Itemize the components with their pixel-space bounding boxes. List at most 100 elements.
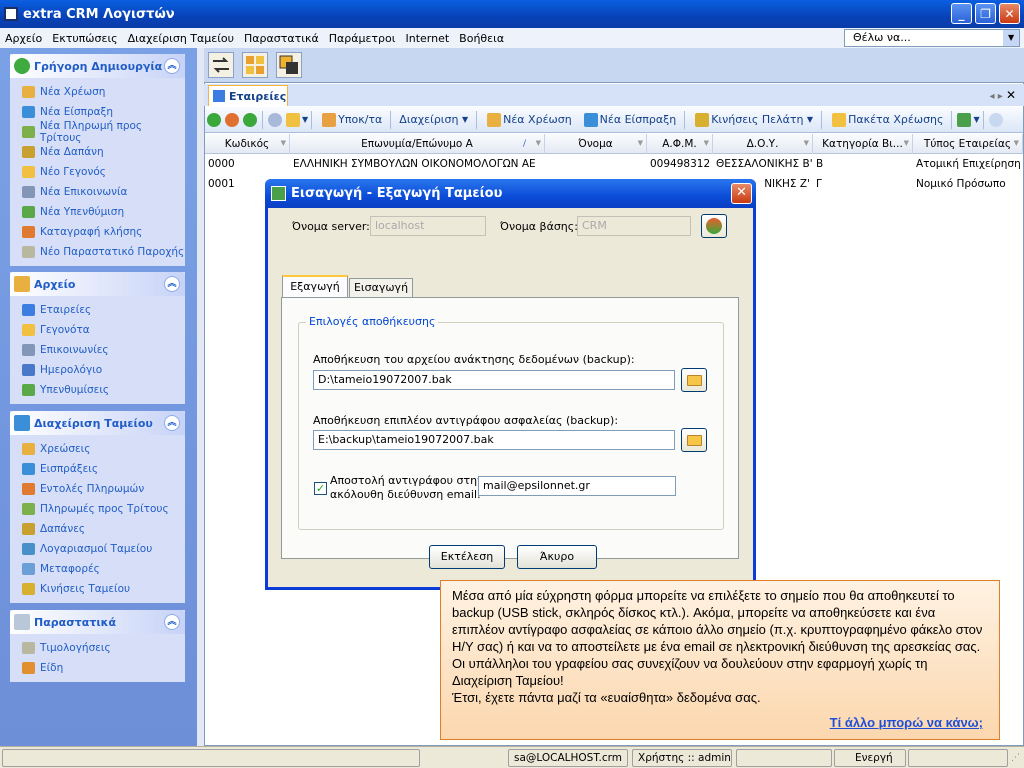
collapse-icon[interactable]: ︽ — [164, 614, 180, 630]
group-header[interactable]: Αρχείο ︽ — [10, 272, 185, 296]
sidebar-item-payment-orders[interactable]: Εντολές Πληρωμών — [10, 479, 185, 499]
more-info-link[interactable]: Τί άλλο μπορώ να κάνω; — [830, 714, 983, 731]
backup-path-input[interactable]: D:\tameio19072007.bak — [313, 370, 675, 390]
switch-arrows-icon[interactable] — [208, 52, 234, 78]
management-dropdown[interactable]: Διαχείριση ▼ — [394, 113, 473, 126]
sidebar-item-new-event[interactable]: Νέο Γεγονός — [10, 162, 185, 182]
settings-icon[interactable] — [988, 112, 1003, 127]
connect-button[interactable] — [701, 214, 727, 238]
minimize-button[interactable]: _ — [951, 3, 972, 24]
menu-documents[interactable]: Παραστατικά — [239, 32, 324, 45]
tab-export[interactable]: Εξαγωγή — [282, 275, 348, 297]
sidebar-item-new-service-doc[interactable]: Νέο Παραστατικό Παροχής — [10, 242, 185, 262]
collapse-icon[interactable]: ︽ — [164, 415, 180, 431]
filter-arrow-icon[interactable]: ▼ — [904, 139, 909, 147]
add-icon[interactable] — [207, 112, 221, 127]
sidebar-item-new-receipt[interactable]: Νέα Είσπραξη — [10, 102, 185, 122]
chevron-down-icon[interactable]: ▼ — [973, 115, 979, 124]
column-header-code[interactable]: Κωδικός ▼ — [205, 134, 290, 154]
column-header-name[interactable]: Επωνυμία/Επώνυμο Α / ▼ — [290, 134, 545, 154]
resize-grip-icon[interactable]: ⋰ — [1011, 753, 1020, 763]
new-receipt-button[interactable]: Νέα Είσπραξη — [577, 112, 682, 127]
menu-prints[interactable]: Εκτυπώσεις — [47, 32, 122, 45]
branches-button[interactable]: Υποκ/τα — [315, 112, 387, 127]
windows-icon[interactable] — [276, 52, 302, 78]
charge-packages-button[interactable]: Πακέτα Χρέωσης — [825, 112, 948, 127]
client-movements-dropdown[interactable]: Κινήσεις Πελάτη ▼ — [688, 112, 818, 127]
sidebar-item-receipts[interactable]: Εισπράξεις — [10, 459, 185, 479]
cancel-button[interactable]: Άκυρο — [517, 545, 597, 569]
sidebar-item-expenses[interactable]: Δαπάνες — [10, 519, 185, 539]
splitter[interactable] — [197, 48, 204, 746]
modules-icon[interactable] — [242, 52, 268, 78]
sidebar-item-new-communication[interactable]: Νέα Επικοινωνία — [10, 182, 185, 202]
filter-arrow-icon[interactable]: ▼ — [638, 139, 643, 147]
dialog-title-bar[interactable]: Εισαγωγή - Εξαγωγή Ταμείου ✕ — [265, 179, 756, 208]
status-panel-blank — [736, 749, 832, 767]
sidebar-item-events[interactable]: Γεγονότα — [10, 320, 185, 340]
filter-icon[interactable] — [286, 112, 300, 127]
filter-arrow-icon[interactable]: ▼ — [1014, 139, 1019, 147]
search-combobox[interactable]: Θέλω να... ▼ — [844, 29, 1020, 47]
group-header[interactable]: Γρήγορη Δημιουργία ︽ — [10, 54, 185, 78]
extra-backup-input[interactable]: E:\backup\tameio19072007.bak — [313, 430, 675, 450]
sidebar-item-invoicing[interactable]: Τιμολογήσεις — [10, 638, 185, 658]
menu-internet[interactable]: Internet — [400, 32, 454, 45]
sidebar-item-charges[interactable]: Χρεώσεις — [10, 439, 185, 459]
group-header[interactable]: Διαχείριση Ταμείου ︽ — [10, 411, 185, 435]
filter-arrow-icon[interactable]: ▼ — [804, 139, 809, 147]
menu-cash-management[interactable]: Διαχείριση Ταμείου — [123, 32, 239, 45]
sidebar-item-new-charge[interactable]: Νέα Χρέωση — [10, 82, 185, 102]
sidebar-item-items[interactable]: Είδη — [10, 658, 185, 678]
refresh-icon[interactable] — [225, 112, 239, 127]
print-icon[interactable] — [268, 112, 282, 127]
sidebar-item-new-expense[interactable]: Νέα Δαπάνη — [10, 142, 185, 162]
column-header-company-type[interactable]: Τύπος Εταιρείας ▼ — [913, 134, 1023, 154]
group-header[interactable]: Παραστατικά ︽ — [10, 610, 185, 634]
sidebar-item-cash-movements[interactable]: Κινήσεις Ταμείου — [10, 579, 185, 599]
filter-arrow-icon[interactable]: ▼ — [281, 139, 286, 147]
search-value: Θέλω να... — [853, 31, 911, 44]
menu-parameters[interactable]: Παράμετροι — [324, 32, 401, 45]
sidebar-item-cash-accounts[interactable]: Λογαριασμοί Ταμείου — [10, 539, 185, 559]
sidebar-item-calendar[interactable]: Ημερολόγιο — [10, 360, 185, 380]
maximize-button[interactable]: ❐ — [975, 3, 996, 24]
item-label: Υπενθυμίσεις — [40, 384, 110, 396]
browse-backup-button[interactable] — [681, 368, 707, 392]
column-header-first-name[interactable]: Όνομα ▼ — [545, 134, 647, 154]
filter-arrow-icon[interactable]: ▼ — [536, 139, 541, 147]
menu-file[interactable]: Αρχείο — [0, 32, 47, 45]
sidebar-item-communications[interactable]: Επικοινωνίες — [10, 340, 185, 360]
sidebar-item-new-payment[interactable]: Νέα Πληρωμή προς Τρίτους — [10, 120, 185, 144]
close-button[interactable]: ✕ — [999, 3, 1020, 24]
browse-extra-button[interactable] — [681, 428, 707, 452]
collapse-icon[interactable]: ︽ — [164, 58, 180, 74]
run-button[interactable]: Εκτέλεση — [429, 545, 505, 569]
info-text-2: Έτσι, έχετε πάντα μαζί τα «ευαίσθητα» δε… — [452, 690, 761, 705]
dialog-close-button[interactable]: ✕ — [731, 183, 752, 204]
collapse-icon[interactable]: ︽ — [164, 276, 180, 292]
menu-help[interactable]: Βοήθεια — [454, 32, 509, 45]
tab-import[interactable]: Εισαγωγή — [349, 278, 413, 297]
sidebar-item-new-reminder[interactable]: Νέα Υπενθύμιση — [10, 202, 185, 222]
sidebar-item-third-party-payments[interactable]: Πληρωμές προς Τρίτους — [10, 499, 185, 519]
filter-arrow-icon[interactable]: ▼ — [704, 139, 709, 147]
sidebar-item-transfers[interactable]: Μεταφορές — [10, 559, 185, 579]
group-archive: Αρχείο ︽ Εταιρείες Γεγονότα Επικοινωνίες… — [10, 272, 185, 404]
tab-companies[interactable]: Εταιρείες — [208, 85, 288, 106]
export-icon[interactable] — [957, 112, 972, 127]
table-row[interactable]: 0000 ΕΛΛΗΝΙΚΗ ΣΥΜΒΟΥΛΩΝ ΟΙΚΟΝΟΜΟΛΟΓΩΝ ΑΕ… — [205, 155, 1023, 172]
remove-icon[interactable] — [243, 112, 257, 127]
sidebar-item-reminders[interactable]: Υπενθυμίσεις — [10, 380, 185, 400]
tab-controls[interactable]: ◂ ▸ ✕ — [990, 88, 1016, 102]
chevron-down-icon[interactable]: ▼ — [1003, 30, 1019, 46]
column-header-category[interactable]: Κατηγορία Βι... ▼ — [813, 134, 913, 154]
column-header-afm[interactable]: Α.Φ.Μ. ▼ — [647, 134, 713, 154]
send-email-checkbox[interactable]: ✓ — [314, 482, 327, 495]
email-field[interactable]: mail@epsilonnet.gr — [478, 476, 676, 496]
chevron-down-icon[interactable]: ▼ — [302, 115, 308, 124]
sidebar-item-companies[interactable]: Εταιρείες — [10, 300, 185, 320]
new-charge-button[interactable]: Νέα Χρέωση — [480, 112, 577, 127]
column-header-doy[interactable]: Δ.Ο.Υ. ▼ — [713, 134, 813, 154]
sidebar-item-log-call[interactable]: Καταγραφή κλήσης — [10, 222, 185, 242]
